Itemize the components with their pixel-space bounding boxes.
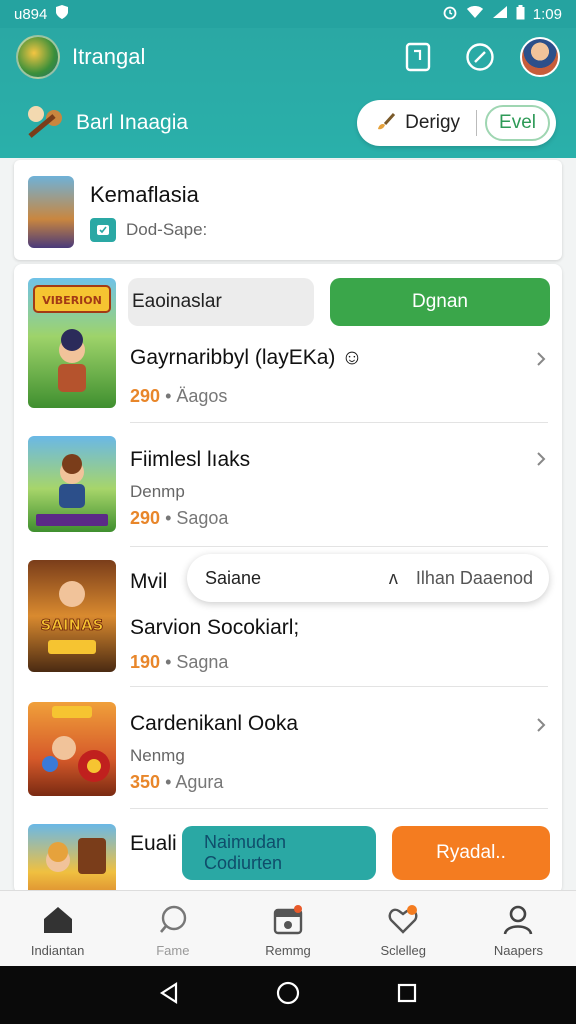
pill-label[interactable]: Derigy	[405, 112, 460, 134]
status-left-text: u894	[14, 5, 48, 23]
game-thumbnail	[28, 824, 116, 894]
header-pill: Derigy Evel	[357, 100, 556, 146]
nav-label: Remmg	[265, 943, 311, 958]
game-thumbnail: VIBERION	[28, 278, 116, 408]
chevron-right-icon[interactable]	[532, 350, 550, 368]
nav-label: Indiantan	[30, 943, 85, 958]
game-thumbnail	[28, 702, 116, 796]
row-divider	[130, 808, 548, 809]
secondary-button-line1: Naimudan	[204, 832, 287, 852]
primary-action-button[interactable]: Dgnan	[330, 278, 550, 326]
recents-icon[interactable]	[396, 982, 418, 1009]
list-item[interactable]: Fiimlesl lıaks Denmp 290 • Sagoa	[14, 424, 562, 548]
game-stats: 190 • Sagna	[130, 652, 229, 672]
sub-title: Barl Inaagia	[76, 111, 189, 134]
pill-divider	[476, 110, 478, 136]
home-circle-icon[interactable]	[276, 981, 300, 1010]
game-list: VIBERION Eaoinaslar Dgnan Gayrnaribbyl (…	[14, 264, 562, 894]
row-divider	[130, 422, 548, 423]
alarm-icon	[442, 4, 458, 24]
list-item[interactable]: VIBERION Eaoinaslar Dgnan Gayrnaribbyl (…	[14, 264, 562, 424]
game-title: Euali	[130, 832, 177, 855]
featured-meta-text: Dod-Sape:	[126, 220, 208, 239]
game-stats: 350 • Agura	[130, 772, 224, 792]
status-bar: u894 1:09	[0, 0, 576, 28]
game-title: Cardenikanl Ooka	[130, 712, 299, 735]
nav-item-fame[interactable]: Fame	[115, 891, 230, 966]
battery-icon	[516, 4, 525, 24]
caret-up-icon[interactable]: ʌ	[389, 568, 398, 589]
svg-text:SAINAS: SAINAS	[41, 616, 104, 634]
featured-title: Kemaflasia	[90, 182, 199, 207]
featured-thumbnail	[28, 176, 74, 248]
compass-icon[interactable]	[458, 35, 502, 79]
app-logo	[16, 35, 60, 79]
avatar[interactable]	[520, 37, 560, 77]
search-icon	[156, 903, 190, 937]
game-thumbnail: SAINAS	[28, 560, 116, 672]
tablet-icon[interactable]	[396, 35, 440, 79]
featured-card[interactable]: Kemaflasia Dod-Sape:	[14, 160, 562, 260]
calendar-icon	[271, 903, 305, 937]
secondary-action-button[interactable]: Naimudan Codiurten	[182, 826, 376, 880]
app-title: Itrangal	[72, 44, 146, 69]
popup-sort-label[interactable]: Ilhan Daaenod	[416, 568, 533, 589]
nav-item-sclelleg[interactable]: Sclelleg	[346, 891, 461, 966]
status-time: 1:09	[532, 5, 562, 23]
game-thumbnail	[28, 436, 116, 532]
game-title-short: Mvil	[130, 570, 168, 593]
game-stats: 290 • Äagos	[130, 386, 228, 406]
secondary-button-line2: Codiurten	[204, 853, 283, 873]
wifi-icon	[466, 5, 484, 23]
heart-icon	[386, 903, 420, 937]
orange-action-button[interactable]: Ryadal..	[392, 826, 550, 880]
game-title: Gayrnaribbyl (layEKa) ☺	[130, 346, 363, 369]
app-header: Itrangal Barl Inaagia Derigy Evel	[0, 28, 576, 158]
game-subtitle: Nenmg	[130, 746, 185, 765]
nav-item-remmg[interactable]: Remmg	[230, 891, 345, 966]
pill-button[interactable]: Evel	[485, 105, 550, 141]
system-nav-bar	[0, 966, 576, 1024]
nav-label: Naapers	[493, 943, 543, 958]
game-stats: 290 • Sagoa	[130, 508, 229, 528]
svg-text:VIBERION: VIBERION	[42, 294, 102, 307]
signal-icon	[492, 5, 508, 23]
row-divider	[130, 546, 548, 547]
home-icon	[41, 903, 75, 937]
sort-popup[interactable]: Saiane ʌ Ilhan Daaenod	[187, 554, 549, 602]
segment-label[interactable]: Eaoinaslar	[128, 278, 314, 326]
game-title: Sarvion Socokiarl;	[130, 616, 300, 639]
list-item[interactable]: Cardenikanl Ooka Nenmg 350 • Agura	[14, 688, 562, 810]
chevron-right-icon[interactable]	[532, 450, 550, 468]
profile-icon	[501, 903, 535, 937]
featured-meta: Dod-Sape:	[90, 218, 207, 242]
brush-icon	[375, 110, 397, 137]
badge-icon	[90, 218, 116, 242]
nav-item-naapers[interactable]: Naapers	[461, 891, 576, 966]
shield-icon	[55, 4, 69, 24]
back-icon[interactable]	[158, 981, 180, 1010]
game-subtitle: Denmp	[130, 482, 185, 501]
game-title: Fiimlesl lıaks	[130, 448, 251, 471]
popup-option[interactable]: Saiane	[205, 568, 389, 589]
bottom-nav: Indiantan Fame Remmg Sclelleg Naapers	[0, 890, 576, 966]
nav-label: Sclelleg	[380, 943, 426, 958]
chevron-right-icon[interactable]	[532, 716, 550, 734]
sub-logo-icon	[24, 104, 66, 142]
nav-item-home[interactable]: Indiantan	[0, 891, 115, 966]
nav-label: Fame	[156, 943, 190, 958]
row-divider	[130, 686, 548, 687]
